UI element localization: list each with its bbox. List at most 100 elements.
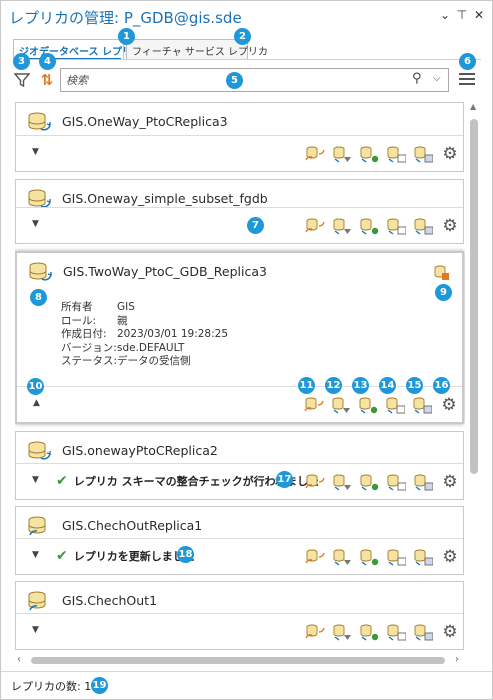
re-export-unacknowledged-icon[interactable]: [413, 472, 434, 492]
callout-12: 12: [325, 377, 342, 394]
search-options-chevron-icon[interactable]: ⌵: [433, 73, 441, 84]
expand-chevron-icon[interactable]: ▼: [32, 550, 39, 560]
synchronize-icon[interactable]: [305, 216, 325, 236]
vertical-scrollbar[interactable]: ▲: [467, 99, 481, 651]
settings-gear-icon[interactable]: ⚙: [440, 216, 460, 236]
search-box[interactable]: ⚲ ⌵: [60, 68, 449, 92]
settings-gear-icon[interactable]: ⚙: [440, 547, 460, 567]
re-export-unacknowledged-icon[interactable]: [412, 395, 433, 415]
replica-card-toolbar: ▼ ⚙: [16, 135, 463, 171]
export-acknowledgment-icon[interactable]: [332, 144, 352, 164]
export-data-changes-icon[interactable]: [386, 622, 407, 642]
detail-value: 2023/03/01 19:28:25: [117, 328, 229, 340]
callout-14: 14: [379, 377, 396, 394]
import-message-icon[interactable]: [359, 547, 379, 567]
pane-options-icon[interactable]: ⌄: [438, 8, 452, 22]
expand-chevron-icon[interactable]: ▼: [32, 475, 39, 485]
import-message-icon[interactable]: [358, 395, 378, 415]
import-message-icon[interactable]: [359, 144, 379, 164]
replica-card[interactable]: GIS.TwoWay_PtoC_GDB_Replica3 所有者 GIS ロール: 親作…: [15, 251, 464, 424]
re-export-unacknowledged-icon[interactable]: [413, 144, 434, 164]
replica-card[interactable]: GIS.onewayPtoCReplica2 ▼ ✔ レプリカ スキーマの整合チェック…: [15, 431, 464, 500]
tab-geodatabase-replicas[interactable]: ジオデータベース レプリカ: [13, 39, 142, 60]
replica-card-header[interactable]: GIS.TwoWay_PtoC_GDB_Replica3: [17, 253, 462, 290]
replica-details: 所有者 GIS ロール: 親作成日付: 2023/03/01 19:28:25 バージョン…: [61, 301, 228, 369]
callout-1: 1: [118, 28, 135, 45]
menu-icon[interactable]: [459, 73, 475, 87]
export-data-changes-icon[interactable]: [386, 472, 407, 492]
synchronize-icon[interactable]: [305, 622, 325, 642]
horizontal-scroll-thumb[interactable]: [31, 657, 445, 664]
scroll-right-icon[interactable]: ›: [455, 654, 459, 665]
synchronize-icon[interactable]: [305, 472, 325, 492]
replica-database-icon: [26, 513, 52, 539]
export-acknowledgment-icon[interactable]: [332, 216, 352, 236]
callout-4: 4: [39, 53, 56, 70]
replica-card[interactable]: GIS.ChechOutReplica1 ▼ ✔ レプリカを更新しました ⚙: [15, 506, 464, 575]
import-message-icon[interactable]: [359, 622, 379, 642]
close-icon[interactable]: ✕: [472, 8, 486, 22]
vertical-scroll-thumb[interactable]: [470, 119, 478, 474]
detail-row: 作成日付: 2023/03/01 19:28:25: [61, 328, 228, 342]
detail-label: ロール:: [61, 314, 97, 327]
re-export-unacknowledged-icon[interactable]: [413, 216, 434, 236]
replica-name: GIS.onewayPtoCReplica2: [62, 443, 218, 458]
collapse-chevron-icon[interactable]: ▲: [33, 398, 40, 408]
expand-chevron-icon[interactable]: ▼: [32, 219, 39, 229]
replica-card[interactable]: GIS.ChechOut1 ▼ ⚙: [15, 581, 464, 650]
checkmark-icon: ✔: [56, 548, 68, 564]
expand-chevron-icon[interactable]: ▼: [32, 625, 39, 635]
detail-row: バージョン: sde.DEFAULT: [61, 341, 184, 356]
settings-gear-icon[interactable]: ⚙: [440, 144, 460, 164]
settings-gear-icon[interactable]: ⚙: [439, 395, 459, 415]
replica-card-toolbar: ▼ ✔ レプリカを更新しました ⚙: [16, 538, 463, 574]
replica-properties-icon[interactable]: [432, 263, 450, 281]
callout-11: 11: [298, 377, 315, 394]
auto-hide-pin-icon[interactable]: ⊤: [455, 8, 469, 22]
manage-replicas-pane: レプリカの管理: P_GDB@gis.sde ⌄ ⊤ ✕ ジオデータベース レプ…: [0, 0, 493, 700]
expand-chevron-icon[interactable]: ▼: [32, 147, 39, 157]
replica-name: GIS.ChechOutReplica1: [62, 518, 203, 533]
settings-gear-icon[interactable]: ⚙: [440, 472, 460, 492]
scroll-left-icon[interactable]: ‹: [17, 654, 21, 665]
export-data-changes-icon[interactable]: [386, 547, 407, 567]
export-acknowledgment-icon[interactable]: [331, 395, 351, 415]
callout-8: 8: [30, 289, 47, 306]
synchronize-icon[interactable]: [305, 144, 325, 164]
replica-name: GIS.OneWay_PtoCReplica3: [62, 114, 228, 129]
synchronize-icon[interactable]: [305, 547, 325, 567]
search-icon[interactable]: ⚲: [412, 71, 422, 86]
replica-name: GIS.ChechOut1: [62, 593, 158, 608]
scroll-up-icon[interactable]: ▲: [470, 102, 476, 111]
synchronize-icon[interactable]: [304, 395, 324, 415]
tab-feature-service-replicas[interactable]: フィーチャ サービス レプリカ: [126, 39, 268, 59]
filter-icon[interactable]: [13, 72, 31, 88]
replica-count: レプリカの数: 10: [11, 680, 99, 693]
callout-18: 18: [177, 546, 194, 563]
import-message-icon[interactable]: [359, 472, 379, 492]
horizontal-scrollbar[interactable]: ‹ ›: [15, 653, 465, 667]
replica-card-toolbar: ▲ ⚙: [17, 386, 462, 422]
sort-icon[interactable]: ⇅: [39, 71, 55, 89]
re-export-unacknowledged-icon[interactable]: [413, 622, 434, 642]
export-acknowledgment-icon[interactable]: [332, 472, 352, 492]
callout-7: 7: [247, 217, 264, 234]
replica-database-icon: [26, 109, 52, 135]
export-acknowledgment-icon[interactable]: [332, 622, 352, 642]
replica-card[interactable]: GIS.Oneway_simple_subset_fgdb ▼ ⚙: [15, 179, 464, 244]
callout-17: 17: [276, 471, 293, 488]
export-data-changes-icon[interactable]: [386, 216, 407, 236]
detail-row: ロール: 親: [61, 314, 128, 329]
settings-gear-icon[interactable]: ⚙: [440, 622, 460, 642]
detail-value: sde.DEFAULT: [117, 341, 185, 354]
re-export-unacknowledged-icon[interactable]: [413, 547, 434, 567]
detail-label: バージョン:: [61, 341, 117, 354]
export-data-changes-icon[interactable]: [385, 395, 406, 415]
replica-list: GIS.OneWay_PtoCReplica3 ▼ ⚙ GIS.Oneway_sim…: [15, 99, 465, 651]
replica-card[interactable]: GIS.OneWay_PtoCReplica3 ▼ ⚙: [15, 102, 464, 172]
detail-label: 所有者: [61, 301, 93, 313]
export-acknowledgment-icon[interactable]: [332, 547, 352, 567]
export-data-changes-icon[interactable]: [386, 144, 407, 164]
detail-value: データの受信側: [117, 355, 191, 367]
import-message-icon[interactable]: [359, 216, 379, 236]
